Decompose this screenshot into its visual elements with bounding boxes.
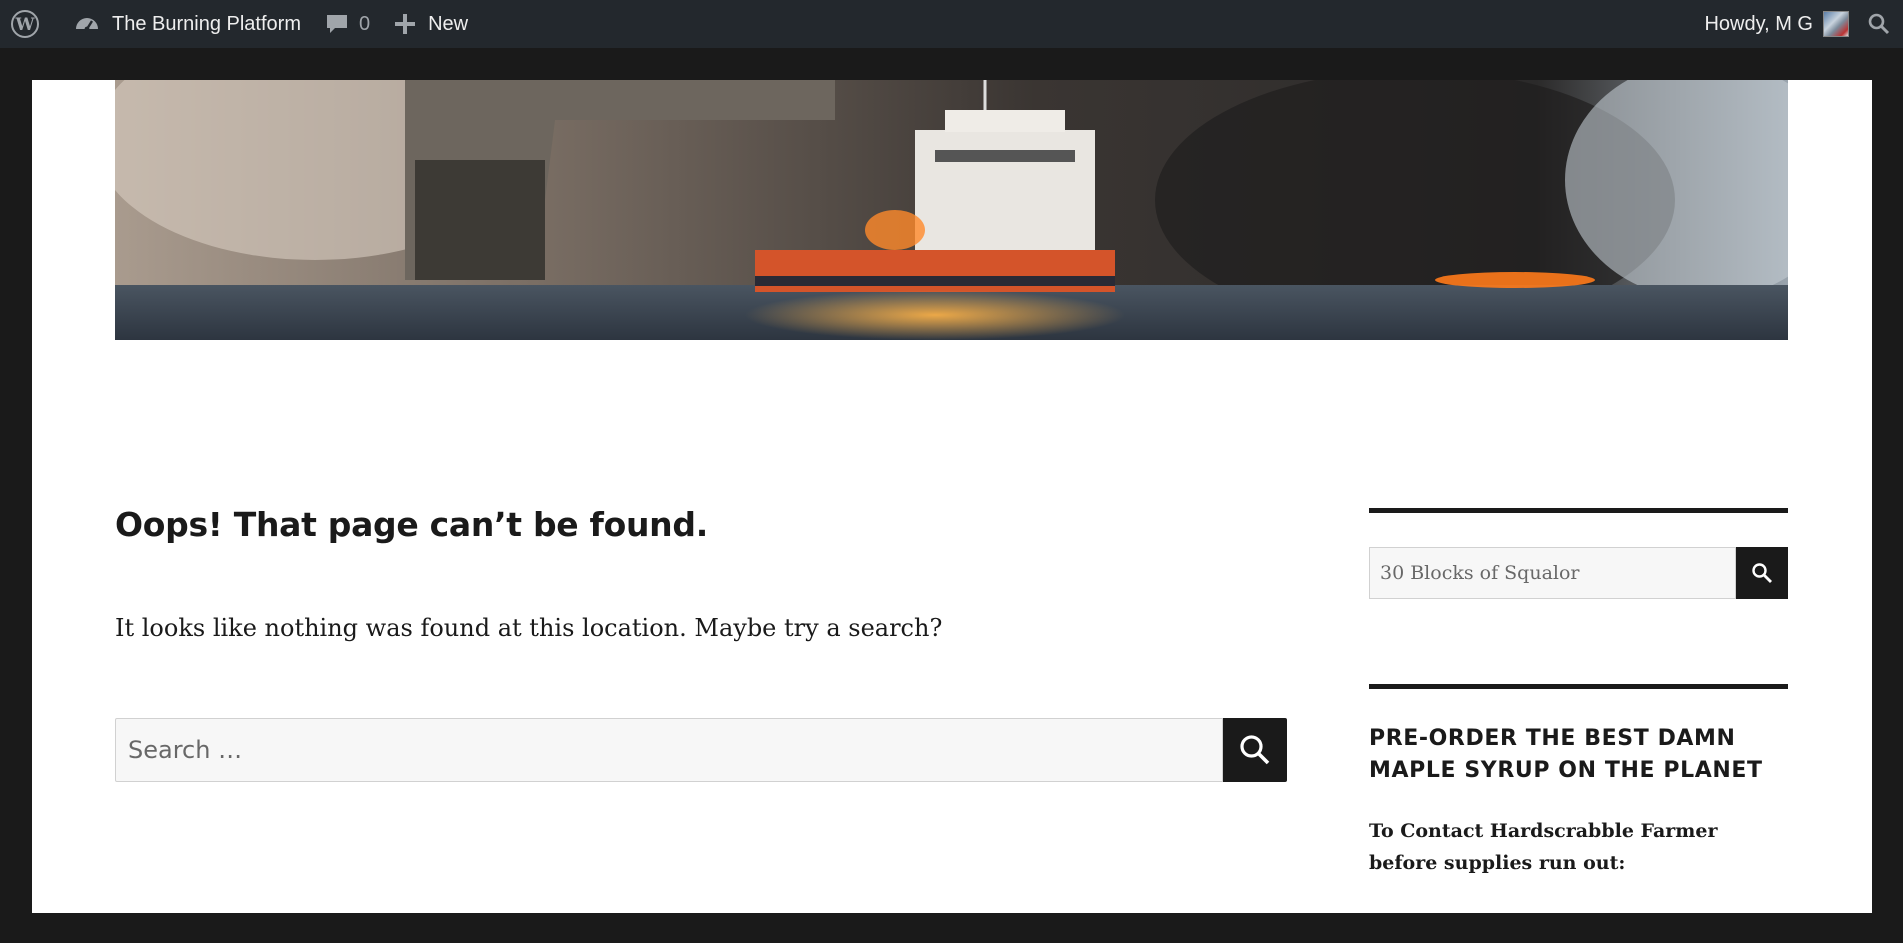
sidebar: 30 Blocks of Squalor PRE-ORDER THE BEST …	[1369, 508, 1788, 879]
comment-icon	[326, 15, 347, 33]
sidebar-search-button[interactable]	[1736, 547, 1788, 599]
search-button[interactable]	[1223, 718, 1287, 782]
site-name: The Burning Platform	[112, 12, 301, 35]
search-icon	[1240, 735, 1270, 765]
search-input[interactable]: Search …	[115, 718, 1223, 782]
wordpress-icon: W	[11, 10, 39, 38]
admin-bar: W The Burning Platform 0 New Howdy, M G	[0, 0, 1903, 48]
not-found-message: It looks like nothing was found at this …	[115, 614, 943, 642]
wordpress-menu[interactable]: W	[0, 0, 62, 48]
search-placeholder: Search …	[128, 736, 243, 764]
adminbar-search-button[interactable]	[1867, 12, 1891, 36]
widget-text: To Contact Hardscrabble Farmer before su…	[1369, 820, 1718, 874]
greeting: Howdy, M G	[1704, 12, 1813, 35]
sidebar-search-input[interactable]: 30 Blocks of Squalor	[1369, 547, 1736, 599]
site-name-link[interactable]: The Burning Platform	[62, 0, 313, 48]
main-content: Oops! That page can’t be found. It looks…	[115, 505, 1287, 782]
plus-icon	[395, 14, 416, 34]
new-label: New	[428, 12, 469, 35]
svg-text:W: W	[14, 15, 35, 35]
sidebar-search-value: 30 Blocks of Squalor	[1380, 562, 1580, 584]
new-content-link[interactable]: New	[382, 0, 480, 48]
page-container: Oops! That page can’t be found. It looks…	[32, 80, 1872, 913]
widget-heading: PRE-ORDER THE BEST DAMN MAPLE SYRUP ON T…	[1369, 726, 1763, 783]
header-image[interactable]	[115, 80, 1788, 340]
comments-count: 0	[358, 12, 371, 35]
comments-link[interactable]: 0	[313, 0, 382, 48]
account-menu[interactable]: Howdy, M G	[1704, 11, 1849, 37]
widget-divider	[1369, 508, 1788, 513]
avatar	[1823, 11, 1849, 37]
search-icon	[1752, 563, 1772, 583]
widget-divider	[1369, 684, 1788, 689]
page-title: Oops! That page can’t be found.	[115, 505, 708, 544]
search-icon	[1868, 13, 1890, 35]
search-form: Search …	[115, 718, 1287, 782]
sidebar-search-form: 30 Blocks of Squalor	[1369, 547, 1788, 599]
dashboard-icon	[76, 18, 98, 32]
